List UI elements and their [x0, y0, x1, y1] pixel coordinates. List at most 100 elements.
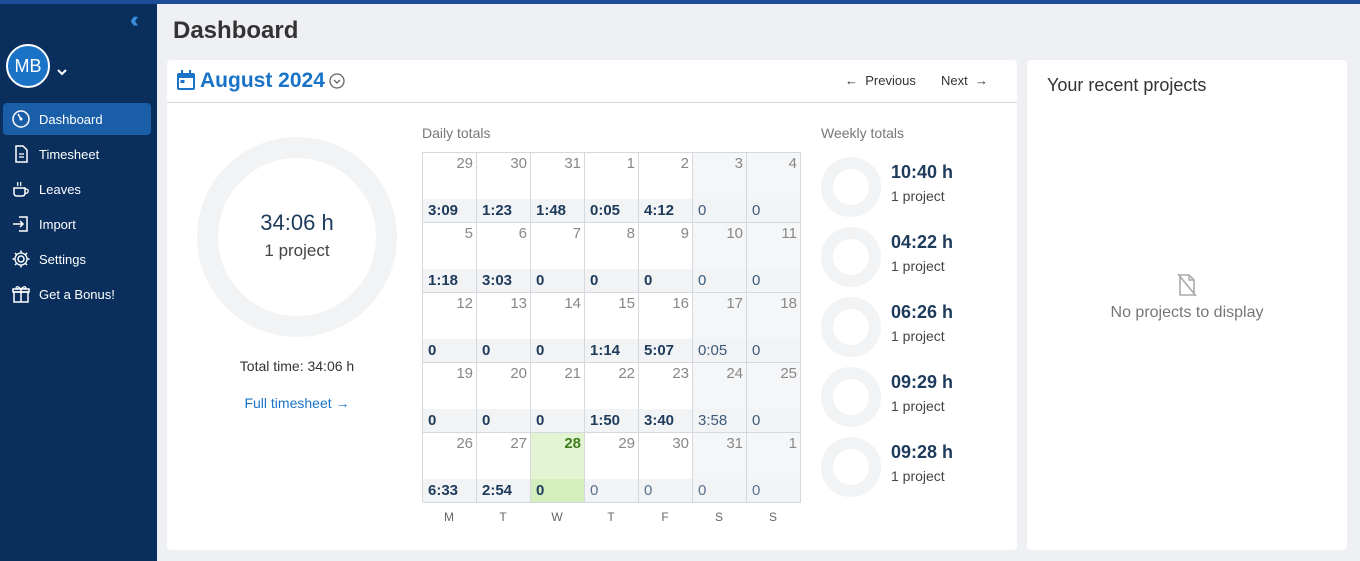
calendar-day[interactable]: 18 0: [747, 293, 801, 363]
calendar-day[interactable]: 70: [531, 223, 585, 293]
day-total: 5:07: [644, 342, 675, 359]
weekly-hours: 04:22 h: [891, 232, 954, 252]
calendar-day[interactable]: 22 1:50: [585, 363, 639, 433]
calendar-day[interactable]: 12 0: [423, 293, 477, 363]
next-month-button[interactable]: Next →: [941, 73, 988, 88]
weekly-donut: [821, 297, 881, 357]
weekday-label: W: [551, 510, 563, 524]
day-total: 0: [590, 482, 599, 499]
calendar-day[interactable]: 17 0:05: [693, 293, 747, 363]
day-total: 6:33: [428, 482, 459, 499]
calendar-day[interactable]: 80: [585, 223, 639, 293]
day-number: 9: [680, 225, 689, 242]
calendar-day[interactable]: 40: [747, 153, 801, 223]
calendar-day[interactable]: 15 1:14: [585, 293, 639, 363]
calendar-day[interactable]: 11 0: [747, 223, 801, 293]
calendar-day[interactable]: 16 5:07: [639, 293, 693, 363]
day-total: 0: [536, 482, 545, 499]
weekly-donut: [821, 437, 881, 497]
weekly-total-row: 06:26 h 1 project: [821, 297, 1001, 357]
calendar-day[interactable]: 10 0: [693, 223, 747, 293]
calendar-grid: 29 3:09 30 1:23 31 1:48 1 0:05 2 4:12 3 0 4 0 5 1:18 6 3:…: [422, 152, 801, 503]
calendar-day[interactable]: 21 0: [531, 363, 585, 433]
sidebar-item-label: Import: [39, 216, 76, 232]
monthly-total-donut: [197, 137, 397, 337]
dashboard-gauge-icon: [12, 110, 30, 128]
day-number: 27: [510, 435, 527, 452]
gear-icon: [12, 250, 30, 268]
recent-projects-title: Your recent projects: [1047, 75, 1207, 95]
day-total: 1:50: [590, 412, 621, 429]
calendar-day[interactable]: 20 0: [477, 363, 531, 433]
weekly-totals-title: Weekly totals: [821, 125, 904, 141]
calendar-day[interactable]: 90: [639, 223, 693, 293]
calendar-day[interactable]: 1 0:05: [585, 153, 639, 223]
day-number: 30: [672, 435, 689, 452]
day-total: 0: [644, 482, 653, 499]
calendar-day[interactable]: 13 0: [477, 293, 531, 363]
calendar-day[interactable]: 31 0: [693, 433, 747, 503]
calendar-day[interactable]: 31 1:48: [531, 153, 585, 223]
sidebar-item-label: Settings: [39, 251, 86, 267]
day-total: 0: [482, 412, 491, 429]
calendar-day[interactable]: 27 2:54: [477, 433, 531, 503]
weekly-donut: [821, 157, 881, 217]
full-timesheet-link[interactable]: Full timesheet →: [197, 395, 397, 411]
calendar-day[interactable]: 25 0: [747, 363, 801, 433]
calendar-day[interactable]: 23 3:40: [639, 363, 693, 433]
weekly-hours: 06:26 h: [891, 302, 954, 322]
day-number: 20: [510, 365, 527, 382]
calendar-day[interactable]: 30 0: [639, 433, 693, 503]
sidebar-item-settings[interactable]: Settings: [3, 243, 151, 275]
weekly-hours: 10:40 h: [891, 162, 954, 182]
previous-label: Previous: [865, 73, 916, 88]
day-total: 2:54: [482, 482, 513, 499]
sidebar-item-import[interactable]: Import: [3, 208, 151, 240]
calendar-day[interactable]: 29 0: [585, 433, 639, 503]
calendar-day[interactable]: 24 3:58: [693, 363, 747, 433]
day-number: 23: [672, 365, 689, 382]
calendar-header: August 2024 ← Previous Next →: [167, 60, 1017, 103]
weekly-hours: 09:29 h: [891, 372, 954, 392]
calendar-day[interactable]: 30: [693, 153, 747, 223]
sidebar-item-leaves[interactable]: Leaves: [3, 173, 151, 205]
avatar[interactable]: MB: [6, 44, 50, 88]
day-total: 0: [536, 412, 545, 429]
calendar-day[interactable]: 14 0: [531, 293, 585, 363]
calendar-day[interactable]: 5 1:18: [423, 223, 477, 293]
calendar-day[interactable]: 2 4:12: [639, 153, 693, 223]
sidebar-item-dashboard[interactable]: Dashboard: [3, 103, 151, 135]
day-total: 1:18: [428, 272, 459, 289]
weekday-label: T: [607, 510, 615, 524]
weekly-total-row: 10:40 h 1 project: [821, 157, 1001, 217]
month-dropdown-icon[interactable]: [329, 73, 345, 89]
calendar-day[interactable]: 6 3:03: [477, 223, 531, 293]
recent-projects-card: Your recent projects No projects to disp…: [1027, 60, 1347, 550]
day-number: 22: [618, 365, 635, 382]
day-total: 0: [752, 202, 761, 219]
calendar-day[interactable]: 29 3:09: [423, 153, 477, 223]
daily-totals-title: Daily totals: [422, 125, 491, 141]
weekly-hours: 09:28 h: [891, 442, 954, 462]
sidebar-item-timesheet[interactable]: Timesheet: [3, 138, 151, 170]
weekday-label: S: [768, 510, 777, 524]
weekday-label: S: [714, 510, 723, 524]
weekday-label: F: [661, 510, 669, 524]
day-total: 1:14: [590, 342, 621, 359]
day-total: 0: [482, 342, 491, 359]
calendar-day[interactable]: 30 1:23: [477, 153, 531, 223]
day-number: 1: [788, 435, 797, 452]
sidebar-item-bonus[interactable]: Get a Bonus!: [3, 278, 151, 310]
collapse-sidebar-icon[interactable]: ‹‹: [130, 9, 138, 31]
weekly-total-row: 04:22 h 1 project: [821, 227, 1001, 287]
calendar-day[interactable]: 19 0: [423, 363, 477, 433]
chevron-down-icon[interactable]: [56, 66, 68, 78]
day-number: 30: [510, 155, 527, 172]
previous-month-button[interactable]: ← Previous: [845, 73, 916, 88]
calendar-day-today[interactable]: 28 0: [531, 433, 585, 503]
day-total: 0: [752, 482, 761, 499]
day-number: 18: [780, 295, 797, 312]
calendar-day[interactable]: 10: [747, 433, 801, 503]
day-total: 1:48: [536, 202, 567, 219]
calendar-day[interactable]: 26 6:33: [423, 433, 477, 503]
